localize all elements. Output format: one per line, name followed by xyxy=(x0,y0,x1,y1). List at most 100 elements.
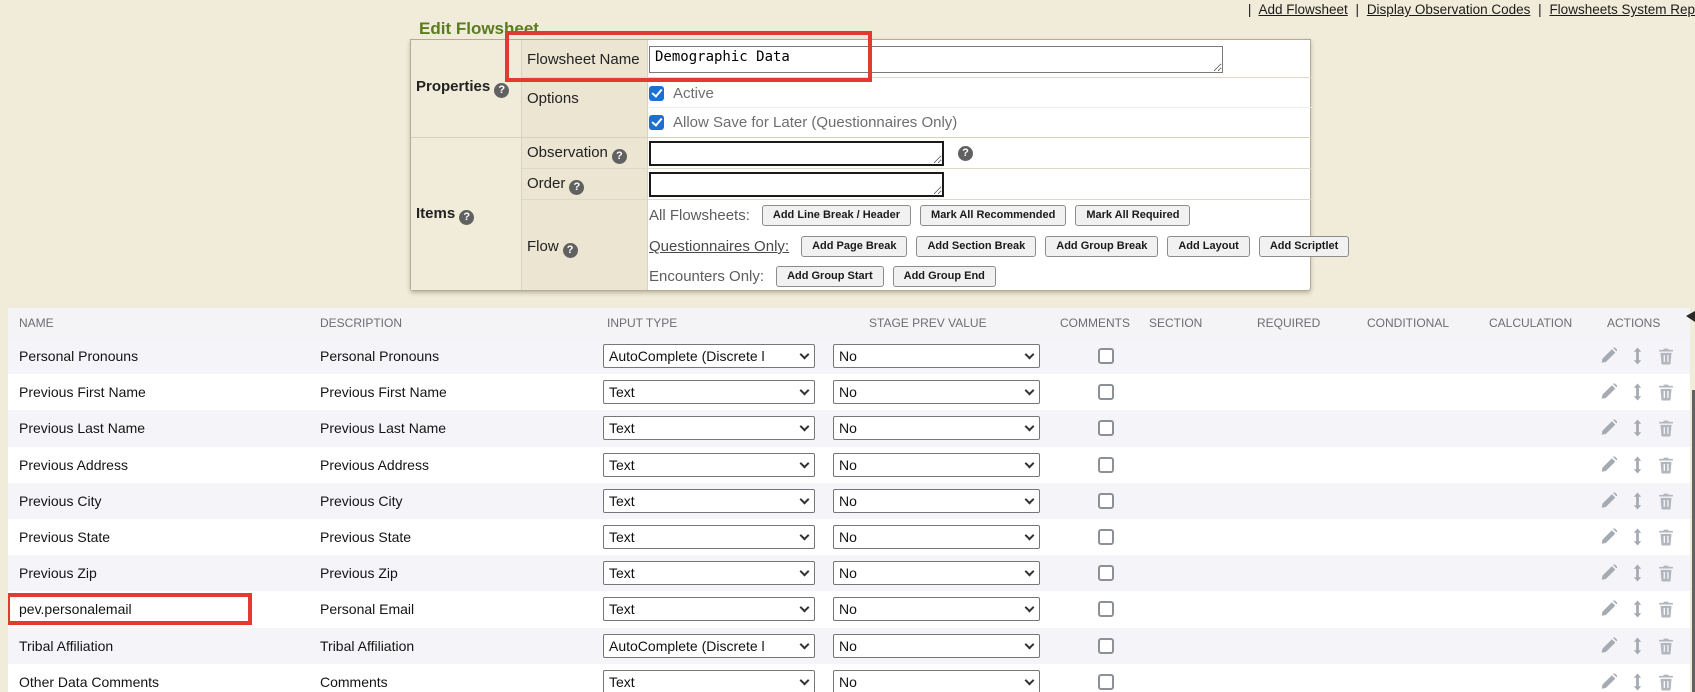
comments-checkbox[interactable] xyxy=(1098,638,1114,654)
row-actions xyxy=(1600,529,1674,546)
mark-all-required-button[interactable]: Mark All Required xyxy=(1075,205,1190,226)
delete-trash-icon[interactable] xyxy=(1658,601,1674,618)
move-row-icon[interactable] xyxy=(1630,601,1645,618)
display-observation-codes-link[interactable]: Display Observation Codes xyxy=(1367,2,1531,17)
stage-prev-value-select-wrap: No xyxy=(833,453,1040,477)
move-row-icon[interactable] xyxy=(1630,565,1645,582)
flowsheets-system-report-link[interactable]: Flowsheets System Rep xyxy=(1549,2,1695,17)
delete-trash-icon[interactable] xyxy=(1658,456,1674,473)
input-type-select[interactable]: Text xyxy=(603,670,815,692)
add-layout-button[interactable]: Add Layout xyxy=(1167,236,1250,257)
active-checkbox[interactable] xyxy=(649,86,664,101)
active-checkbox-label: Active xyxy=(673,85,714,102)
delete-trash-icon[interactable] xyxy=(1658,420,1674,437)
link-separator: | xyxy=(1534,2,1546,17)
row-description: Previous First Name xyxy=(320,384,447,400)
edit-pencil-icon[interactable] xyxy=(1600,601,1617,618)
add-section-break-button[interactable]: Add Section Break xyxy=(916,236,1036,257)
edit-pencil-icon[interactable] xyxy=(1600,456,1617,473)
delete-trash-icon[interactable] xyxy=(1658,565,1674,582)
edit-pencil-icon[interactable] xyxy=(1600,529,1617,546)
delete-trash-icon[interactable] xyxy=(1658,492,1674,509)
move-row-icon[interactable] xyxy=(1630,529,1645,546)
move-row-icon[interactable] xyxy=(1630,348,1645,365)
add-page-break-button[interactable]: Add Page Break xyxy=(801,236,907,257)
help-icon[interactable] xyxy=(569,180,584,195)
input-type-select-wrap: Text xyxy=(603,670,815,692)
comments-checkbox[interactable] xyxy=(1098,348,1114,364)
comments-checkbox[interactable] xyxy=(1098,457,1114,473)
help-icon[interactable] xyxy=(563,243,578,258)
input-type-select-wrap: Text xyxy=(603,489,815,513)
stage-prev-value-select[interactable]: No xyxy=(833,416,1040,440)
comments-checkbox[interactable] xyxy=(1098,674,1114,690)
stage-prev-value-select[interactable]: No xyxy=(833,597,1040,621)
add-line-break-header-button[interactable]: Add Line Break / Header xyxy=(762,205,911,226)
delete-trash-icon[interactable] xyxy=(1658,384,1674,401)
edit-pencil-icon[interactable] xyxy=(1600,637,1617,654)
stage-prev-value-select[interactable]: No xyxy=(833,525,1040,549)
row-actions xyxy=(1600,601,1674,618)
edit-pencil-icon[interactable] xyxy=(1600,420,1617,437)
allow-save-checkbox[interactable] xyxy=(649,115,664,130)
comments-checkbox[interactable] xyxy=(1098,565,1114,581)
input-type-select[interactable]: Text xyxy=(603,453,815,477)
comments-checkbox[interactable] xyxy=(1098,529,1114,545)
move-row-icon[interactable] xyxy=(1630,420,1645,437)
delete-trash-icon[interactable] xyxy=(1658,637,1674,654)
page-title: Edit Flowsheet xyxy=(414,19,544,39)
edit-pencil-icon[interactable] xyxy=(1600,348,1617,365)
comments-checkbox[interactable] xyxy=(1098,493,1114,509)
stage-prev-value-select[interactable]: No xyxy=(833,453,1040,477)
flowsheet-name-input[interactable]: Demographic Data xyxy=(649,46,1223,73)
move-row-icon[interactable] xyxy=(1630,673,1645,690)
stage-prev-value-select[interactable]: No xyxy=(833,634,1040,658)
input-type-select[interactable]: Text xyxy=(603,561,815,585)
stage-prev-value-select[interactable]: No xyxy=(833,670,1040,692)
move-row-icon[interactable] xyxy=(1630,637,1645,654)
add-group-break-button[interactable]: Add Group Break xyxy=(1045,236,1158,257)
stage-prev-value-select[interactable]: No xyxy=(833,380,1040,404)
input-type-select[interactable]: Text xyxy=(603,416,815,440)
order-input[interactable] xyxy=(649,172,944,197)
help-icon[interactable] xyxy=(459,210,474,225)
edit-pencil-icon[interactable] xyxy=(1600,384,1617,401)
input-type-select[interactable]: Text xyxy=(603,380,815,404)
stage-prev-value-select[interactable]: No xyxy=(833,344,1040,368)
move-row-icon[interactable] xyxy=(1630,384,1645,401)
add-scriptlet-button[interactable]: Add Scriptlet xyxy=(1259,236,1349,257)
header-input-type: INPUT TYPE xyxy=(607,316,677,330)
stage-prev-value-select[interactable]: No xyxy=(833,489,1040,513)
input-type-select[interactable]: Text xyxy=(603,597,815,621)
input-type-select[interactable]: AutoComplete (Discrete l xyxy=(603,634,815,658)
edit-pencil-icon[interactable] xyxy=(1600,673,1617,690)
help-icon[interactable] xyxy=(612,149,627,164)
input-type-select[interactable]: Text xyxy=(603,489,815,513)
mark-all-recommended-button[interactable]: Mark All Recommended xyxy=(920,205,1066,226)
add-group-start-button[interactable]: Add Group Start xyxy=(776,266,884,287)
stage-prev-value-select-wrap: No xyxy=(833,489,1040,513)
help-icon[interactable] xyxy=(958,146,973,161)
stage-prev-value-select[interactable]: No xyxy=(833,561,1040,585)
delete-trash-icon[interactable] xyxy=(1658,529,1674,546)
input-type-select-wrap: AutoComplete (Discrete l xyxy=(603,634,815,658)
header-description: DESCRIPTION xyxy=(320,316,402,330)
help-icon[interactable] xyxy=(494,83,509,98)
move-row-icon[interactable] xyxy=(1630,456,1645,473)
table-row: pev.personalemail Personal Email Text No xyxy=(8,591,1690,627)
comments-checkbox[interactable] xyxy=(1098,420,1114,436)
edit-pencil-icon[interactable] xyxy=(1600,565,1617,582)
delete-trash-icon[interactable] xyxy=(1658,348,1674,365)
move-row-icon[interactable] xyxy=(1630,492,1645,509)
observation-input[interactable] xyxy=(649,141,944,166)
input-type-select[interactable]: AutoComplete (Discrete l xyxy=(603,344,815,368)
table-row: Previous Last Name Previous Last Name Te… xyxy=(8,410,1690,446)
header-section: SECTION xyxy=(1149,316,1202,330)
comments-checkbox[interactable] xyxy=(1098,384,1114,400)
delete-trash-icon[interactable] xyxy=(1658,673,1674,690)
add-group-end-button[interactable]: Add Group End xyxy=(893,266,996,287)
edit-pencil-icon[interactable] xyxy=(1600,492,1617,509)
add-flowsheet-link[interactable]: Add Flowsheet xyxy=(1258,2,1347,17)
comments-checkbox[interactable] xyxy=(1098,601,1114,617)
input-type-select[interactable]: Text xyxy=(603,525,815,549)
